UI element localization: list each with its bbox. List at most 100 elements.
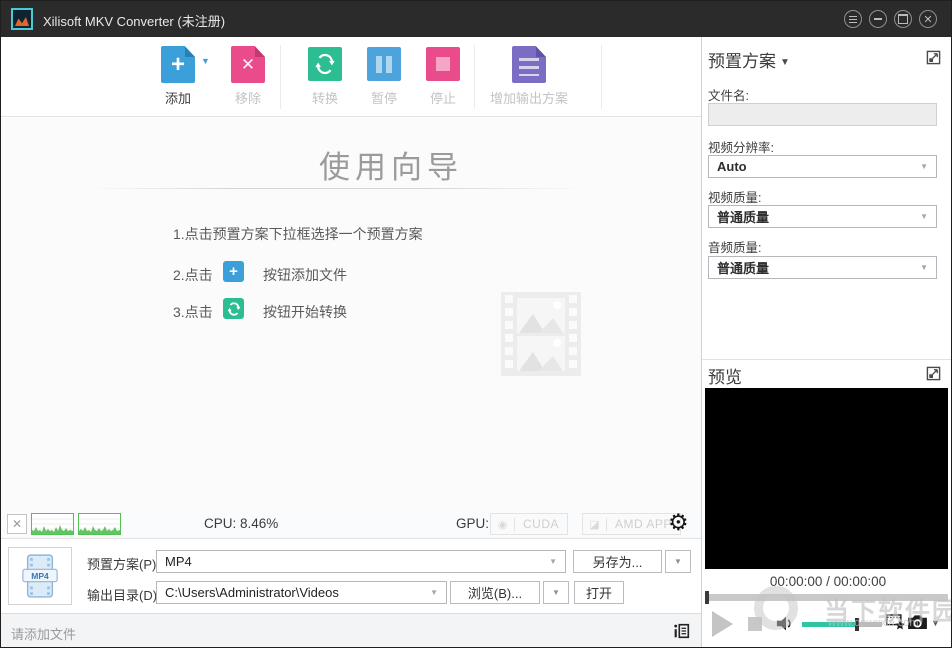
video-quality-dropdown[interactable]: 普通质量 ▼ [708, 205, 937, 228]
stop-button[interactable]: 停止 [407, 46, 479, 107]
browse-button[interactable]: 浏览(B)... [450, 581, 540, 604]
wizard-area: 使用向导 1.点击预置方案下拉框选择一个预置方案 2.点击 + 按钮添加文件 3… [1, 118, 701, 509]
save-as-dropdown-button[interactable]: ▼ [665, 550, 691, 573]
file-list-status-bar: 请添加文件 [1, 613, 701, 648]
filename-input[interactable] [708, 103, 937, 126]
stop-icon [426, 47, 460, 81]
preview-video-screen [705, 388, 948, 569]
hide-meters-button[interactable]: ✕ [7, 514, 27, 534]
chevron-down-icon: ▼ [920, 263, 928, 272]
snapshot-manager-icon[interactable] [886, 613, 907, 636]
amd-icon: ◪ [583, 518, 607, 531]
window-menu-button[interactable] [844, 10, 862, 28]
snapshot-camera-icon[interactable] [907, 614, 928, 635]
resolution-value: Auto [717, 159, 747, 174]
resolution-dropdown[interactable]: Auto ▼ [708, 155, 937, 178]
preset-panel-header[interactable]: 预置方案 ▼ [708, 47, 790, 72]
volume-speaker-icon[interactable] [776, 615, 796, 637]
cuda-badge: ◉ CUDA [490, 513, 568, 535]
minimize-button[interactable] [869, 10, 887, 28]
remove-button[interactable]: ✕ 移除 [212, 46, 284, 107]
app-window: Xilisoft MKV Converter (未注册) ✕ + ▼ 添加 [0, 0, 952, 648]
wizard-divider [89, 188, 589, 189]
close-button[interactable]: ✕ [919, 10, 937, 28]
wizard-step-3-prefix: 3.点击 [173, 302, 213, 322]
preset-value: MP4 [165, 554, 192, 569]
wizard-step-2-suffix: 按钮添加文件 [263, 265, 347, 285]
audio-quality-label: 音频质量: [708, 237, 761, 256]
file-list-status-text: 请添加文件 [11, 624, 76, 643]
chevron-down-icon: ▼ [780, 57, 790, 68]
preset-panel-title: 预置方案 [708, 52, 776, 71]
output-settings-panel: MP4 预置方案(P): MP4 ▼ 另存为... ▼ 输出目录(D): C:\… [1, 539, 701, 613]
maximize-button[interactable] [894, 10, 912, 28]
volume-slider[interactable] [802, 622, 882, 627]
add-button[interactable]: + ▼ 添加 [142, 46, 214, 107]
panel-divider [702, 359, 952, 360]
hardware-status-bar: ✕ CPU: 8.46% GPU: ◉ CUDA ◪ AMD APP ⚙ [1, 509, 701, 539]
preview-time: 00:00:00 / 00:00:00 [702, 574, 952, 589]
chevron-down-icon: ▼ [920, 162, 928, 171]
filmstrip-placeholder-image [501, 292, 581, 381]
open-label: 打开 [586, 583, 612, 602]
video-quality-value: 普通质量 [717, 207, 769, 226]
add-profile-icon [512, 46, 546, 83]
browse-label: 浏览(B)... [468, 583, 522, 602]
save-as-label: 另存为... [593, 552, 643, 571]
add-profile-label: 增加输出方案 [474, 88, 584, 107]
browse-dropdown-button[interactable]: ▼ [543, 581, 569, 604]
amd-app-badge: ◪ AMD APP [582, 513, 681, 535]
settings-gear-icon[interactable]: ⚙ [668, 509, 689, 536]
add-dropdown-caret-icon[interactable]: ▼ [201, 56, 210, 66]
title-bar: Xilisoft MKV Converter (未注册) ✕ [1, 1, 951, 37]
play-button[interactable] [712, 611, 733, 637]
add-file-icon: + [161, 46, 195, 83]
window-title: Xilisoft MKV Converter (未注册) [43, 11, 225, 30]
resolution-label: 视频分辨率: [708, 137, 774, 156]
output-dir-dropdown[interactable]: C:\Users\Administrator\Videos ▼ [156, 581, 447, 604]
chevron-down-icon: ▼ [549, 557, 557, 566]
video-quality-label: 视频质量: [708, 187, 761, 206]
volume-handle[interactable] [855, 618, 859, 631]
wizard-step-2-prefix: 2.点击 [173, 265, 213, 285]
pause-icon [367, 47, 401, 81]
expand-preset-panel-icon[interactable] [926, 50, 941, 70]
convert-icon [308, 47, 342, 81]
output-format-icon-box: MP4 [8, 547, 72, 605]
stop-playback-button[interactable] [748, 617, 762, 631]
stop-label: 停止 [407, 88, 479, 107]
preset-dropdown[interactable]: MP4 ▼ [156, 550, 566, 573]
toolbar-separator [601, 45, 602, 109]
gpu-label: GPU: [456, 516, 489, 531]
app-logo-icon [11, 8, 33, 30]
seek-bar[interactable] [705, 594, 948, 601]
open-button[interactable]: 打开 [574, 581, 624, 604]
file-info-list-icon[interactable] [673, 622, 691, 645]
cuda-badge-label: CUDA [515, 517, 567, 531]
cpu-usage-text: CPU: 8.46% [204, 516, 278, 531]
mp4-file-icon: MP4 [21, 553, 59, 599]
output-dir-label: 输出目录(D): [87, 585, 161, 604]
audio-quality-dropdown[interactable]: 普通质量 ▼ [708, 256, 937, 279]
seek-handle[interactable] [705, 591, 709, 604]
preset-label: 预置方案(P): [87, 554, 160, 573]
preview-title: 预览 [708, 368, 742, 387]
remove-label: 移除 [212, 88, 284, 107]
audio-quality-value: 普通质量 [717, 258, 769, 277]
wizard-title: 使用向导 [81, 142, 701, 187]
remove-file-icon: ✕ [231, 46, 265, 83]
convert-mini-icon [223, 298, 244, 319]
add-label: 添加 [142, 88, 214, 107]
snapshot-dropdown-caret-icon[interactable]: ▼ [931, 618, 940, 628]
chevron-down-icon: ▼ [920, 212, 928, 221]
wizard-step-3-suffix: 按钮开始转换 [263, 302, 347, 322]
expand-preview-icon[interactable] [926, 366, 941, 386]
preview-panel-header: 预览 [708, 363, 742, 388]
add-profile-button[interactable]: 增加输出方案 [474, 46, 584, 107]
output-dir-value: C:\Users\Administrator\Videos [165, 585, 339, 600]
wizard-step-1: 1.点击预置方案下拉框选择一个预置方案 [173, 224, 423, 244]
chevron-down-icon: ▼ [430, 588, 438, 597]
nvidia-icon: ◉ [491, 518, 515, 531]
add-file-mini-icon: + [223, 261, 244, 282]
save-as-button[interactable]: 另存为... [573, 550, 662, 573]
